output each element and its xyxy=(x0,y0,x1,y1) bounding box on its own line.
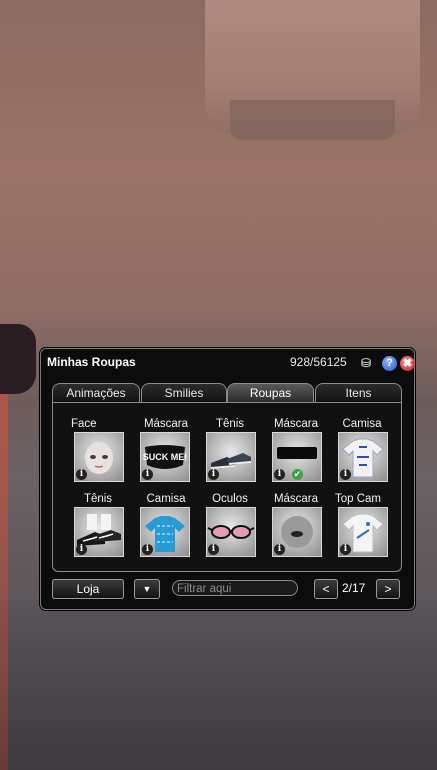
filter-input[interactable]: Filtrar aqui xyxy=(172,580,298,596)
tab-animacoes[interactable]: Animações xyxy=(52,383,140,403)
prev-page-button[interactable]: < xyxy=(314,579,338,599)
item-label: Camisa xyxy=(342,418,382,430)
info-icon[interactable]: i xyxy=(274,544,285,555)
page-indicator: 2/17 xyxy=(342,581,366,595)
info-icon[interactable]: i xyxy=(76,469,87,480)
clothing-item[interactable]: Óculos i xyxy=(201,493,259,571)
window-title: Minhas Roupas xyxy=(47,355,136,369)
next-page-button[interactable]: > xyxy=(376,579,400,599)
svg-text:SUCK ME!: SUCK ME! xyxy=(143,452,188,462)
nike-sneakers-icon[interactable]: i xyxy=(74,507,124,557)
info-icon[interactable]: i xyxy=(76,544,87,555)
avatar-hand xyxy=(0,324,36,394)
background-tower xyxy=(205,0,420,135)
info-icon[interactable]: i xyxy=(142,544,153,555)
white-top-shirt-icon[interactable]: i xyxy=(338,507,388,557)
category-tabs: Animações Smilies Roupas Itens xyxy=(52,383,402,403)
tab-roupas[interactable]: Roupas xyxy=(227,383,314,403)
white-shirt-icon[interactable]: i xyxy=(338,432,388,482)
item-label: Tênis xyxy=(83,493,113,505)
dropdown-button[interactable]: ▼ xyxy=(134,579,160,599)
equipped-check-icon: ✔ xyxy=(292,469,303,480)
background-light-beam xyxy=(0,330,8,770)
pink-glasses-icon[interactable]: i xyxy=(206,507,256,557)
item-label: Face xyxy=(71,418,97,430)
close-icon[interactable]: ✖ xyxy=(400,356,415,371)
info-icon[interactable]: i xyxy=(340,544,351,555)
clothing-item[interactable]: Máscara i ✔ xyxy=(267,418,325,496)
sneakers-icon[interactable]: i xyxy=(206,432,256,482)
clothing-item[interactable]: Máscara i xyxy=(267,493,325,571)
info-icon[interactable]: i xyxy=(142,469,153,480)
clothes-grid: Face i Máscara SUCK ME! i Tênis i Máscar… xyxy=(52,402,402,572)
mask-suck-me-icon[interactable]: SUCK ME! i xyxy=(140,432,190,482)
clothing-item[interactable]: Camisa i xyxy=(135,493,193,571)
clothing-item[interactable]: Tênis i xyxy=(201,418,259,496)
my-clothes-window: Minhas Roupas 928/56125 ⛁ ? ✖ Animações … xyxy=(40,348,415,610)
clothing-item[interactable]: Camisa i xyxy=(333,418,391,496)
item-label: Camisa xyxy=(146,493,186,505)
black-mask-icon[interactable]: i ✔ xyxy=(272,432,322,482)
grey-mask-icon[interactable]: i xyxy=(272,507,322,557)
item-label: Top Cam xyxy=(335,493,382,505)
item-label: Máscara xyxy=(273,418,319,430)
shop-button[interactable]: Loja xyxy=(52,579,124,599)
item-label: Óculos xyxy=(212,493,248,505)
item-label: Tênis xyxy=(215,418,245,430)
info-icon[interactable]: i xyxy=(340,469,351,480)
coins-icon: ⛁ xyxy=(361,356,372,370)
background-ground xyxy=(0,600,437,770)
info-icon[interactable]: i xyxy=(208,469,219,480)
clothing-item[interactable]: Máscara SUCK ME! i xyxy=(135,418,193,496)
clothing-item[interactable]: Tênis i xyxy=(69,493,127,571)
background-tower-base xyxy=(230,100,395,140)
face-icon[interactable]: i xyxy=(74,432,124,482)
help-icon[interactable]: ? xyxy=(382,356,397,371)
bottom-bar: Loja ▼ Filtrar aqui < 2/17 > xyxy=(52,579,402,599)
clothing-item[interactable]: Top Cam i xyxy=(333,493,391,571)
clothes-counter: 928/56125 xyxy=(290,355,347,369)
item-label: Máscara xyxy=(143,418,189,430)
clothing-item[interactable]: Face i xyxy=(69,418,127,496)
info-icon[interactable]: i xyxy=(274,469,285,480)
tab-itens[interactable]: Itens xyxy=(315,383,402,403)
info-icon[interactable]: i xyxy=(208,544,219,555)
window-titlebar[interactable]: Minhas Roupas 928/56125 ⛁ ? ✖ xyxy=(47,354,415,372)
item-label: Máscara xyxy=(273,493,319,505)
tab-smilies[interactable]: Smilies xyxy=(141,383,227,403)
blue-shirt-icon[interactable]: i xyxy=(140,507,190,557)
